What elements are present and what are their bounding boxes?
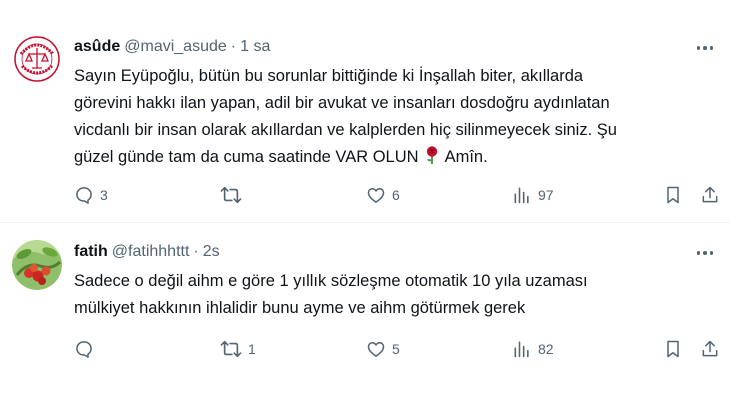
repost-count: 1 — [248, 341, 256, 357]
tweet-text-line: vicdanlı bir insan olarak akıllardan ve … — [74, 121, 617, 139]
like-count: 5 — [392, 341, 400, 357]
separator-dot: · — [193, 243, 199, 260]
bookmark-button[interactable] — [664, 337, 682, 361]
author-handle[interactable]: @mavi_asude — [124, 38, 227, 56]
tweet[interactable]: fatih @fatihhhttt · 2s Sadece o değil ai… — [0, 223, 730, 420]
tweet-text-line: güzel günde tam da cuma saatinde VAR OLU… — [74, 144, 714, 174]
bookmark-button[interactable] — [664, 183, 682, 207]
views-button[interactable]: 82 — [512, 337, 554, 361]
views-icon — [514, 341, 529, 358]
author-handle[interactable]: @fatihhhttt — [112, 243, 190, 261]
timestamp[interactable]: 2s — [203, 243, 220, 261]
bookmark-icon — [667, 340, 679, 358]
avatar-image — [12, 240, 62, 290]
more-icon[interactable] — [694, 242, 716, 264]
tweet-text: Sadece o değil aihm e göre 1 yıllık sözl… — [74, 268, 714, 322]
avatar[interactable] — [12, 34, 62, 84]
tweet-actions: 3 6 97 — [74, 183, 722, 207]
tweet-text-line: görevini hakkı ilan yapan, adil bir avuk… — [74, 94, 610, 112]
reply-icon — [76, 341, 92, 358]
views-icon — [514, 187, 529, 204]
tweet[interactable]: asûde @mavi_asude · 1 sa Sayın Eyüpoğlu,… — [0, 0, 730, 222]
share-icon — [702, 186, 718, 203]
tweet-header: asûde @mavi_asude · 1 sa — [74, 36, 270, 58]
more-icon[interactable] — [694, 37, 716, 59]
avatar-image — [12, 34, 62, 84]
reply-button[interactable] — [74, 337, 100, 361]
tweet-header: fatih @fatihhhttt · 2s — [74, 241, 220, 263]
share-button[interactable] — [700, 337, 720, 361]
timestamp[interactable]: 1 sa — [240, 38, 270, 56]
rose-emoji-icon — [422, 145, 442, 174]
repost-button[interactable] — [220, 183, 248, 207]
reply-icon — [76, 187, 92, 204]
share-icon — [702, 340, 718, 357]
author-name[interactable]: asûde — [74, 38, 120, 56]
views-button[interactable]: 97 — [512, 183, 554, 207]
like-count: 6 — [392, 187, 400, 203]
tweet-text-line: Sayın Eyüpoğlu, bütün bu sorunlar bittiğ… — [74, 67, 584, 85]
reply-count: 3 — [100, 187, 108, 203]
views-count: 82 — [538, 341, 554, 357]
avatar[interactable] — [12, 240, 62, 290]
author-name[interactable]: fatih — [74, 243, 108, 261]
tweet-actions: 1 5 82 — [74, 337, 722, 361]
share-button[interactable] — [700, 183, 720, 207]
tweet-text-segment: güzel günde tam da cuma saatinde VAR OLU… — [74, 148, 419, 166]
bookmark-icon — [667, 186, 679, 204]
repost-icon — [220, 186, 242, 204]
tweet-text-line: mülkiyet hakkının ihlalidir bunu ayme ve… — [74, 299, 526, 317]
like-icon — [367, 342, 385, 357]
tweet-text-segment: Amîn. — [444, 148, 488, 166]
like-button[interactable]: 6 — [366, 183, 400, 207]
tweet-text: Sayın Eyüpoğlu, bütün bu sorunlar bittiğ… — [74, 63, 714, 174]
repost-icon — [220, 340, 242, 358]
like-icon — [367, 188, 385, 203]
reply-button[interactable]: 3 — [74, 183, 108, 207]
repost-button[interactable]: 1 — [220, 337, 256, 361]
tweet-text-line: Sadece o değil aihm e göre 1 yıllık sözl… — [74, 272, 588, 290]
like-button[interactable]: 5 — [366, 337, 400, 361]
views-count: 97 — [538, 187, 554, 203]
separator-dot: · — [230, 38, 237, 55]
